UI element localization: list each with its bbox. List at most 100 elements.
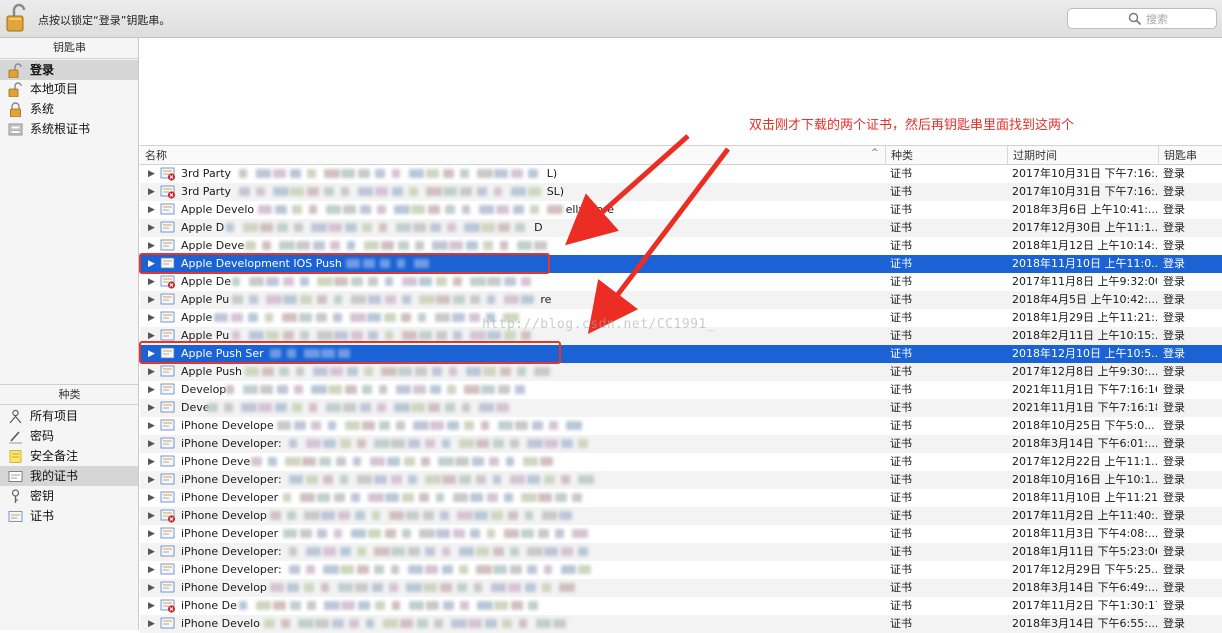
sidebar-item-local-items[interactable]: 本地项目 [0, 79, 138, 99]
redacted-block [442, 547, 451, 556]
sidebar-item-login[interactable]: 登录 [0, 60, 138, 80]
redacted-block [391, 439, 406, 448]
lock-open-icon [8, 82, 22, 97]
disclosure-triangle-icon[interactable]: ▶ [148, 579, 155, 597]
certificate-expiry: 2018年1月29日 上午11:21:... [1012, 311, 1157, 324]
table-row[interactable]: ▶ Apple D D 证书 2017年12月30日 上午11:1... 登录 [140, 219, 1222, 237]
certificate-kind: 证书 [890, 473, 912, 486]
redacted-block [226, 385, 235, 394]
redacted-block [559, 511, 573, 520]
table-row[interactable]: ▶ iPhone Developer 证书 2018年11月10日 上午11:21..… [140, 489, 1222, 507]
table-row[interactable]: ▶ 3rd Party SL) 证书 2017年10月31日 下午7:16:... 登录 [140, 183, 1222, 201]
redacted-block [357, 547, 367, 556]
disclosure-triangle-icon[interactable]: ▶ [148, 417, 155, 435]
redacted-block [289, 475, 304, 484]
disclosure-triangle-icon[interactable]: ▶ [148, 615, 155, 633]
redacted-block [391, 565, 400, 574]
table-row[interactable]: ▶ iPhone Developer: 证书 2018年3月14日 下午6:01:..… [140, 435, 1222, 453]
lock-open-icon[interactable] [6, 3, 26, 33]
disclosure-triangle-icon[interactable]: ▶ [148, 507, 155, 525]
sidebar-item-system[interactable]: 系统 [0, 99, 138, 119]
certificate-keychain: 登录 [1163, 527, 1185, 540]
disclosure-triangle-icon[interactable]: ▶ [148, 561, 155, 579]
redacted-block [510, 565, 523, 574]
table-row[interactable]: ▶ iPhone Develop 证书 2017年11月2日 上午11:40:... 登… [140, 507, 1222, 525]
disclosure-triangle-icon[interactable]: ▶ [148, 165, 155, 183]
disclosure-triangle-icon[interactable]: ▶ [148, 525, 155, 543]
redacted-block [243, 223, 259, 232]
disclosure-triangle-icon[interactable]: ▶ [148, 183, 155, 201]
redacted-block [283, 331, 295, 340]
disclosure-triangle-icon[interactable]: ▶ [148, 489, 155, 507]
certificate-keychain: 登录 [1163, 257, 1185, 270]
redacted-block [457, 511, 474, 520]
disclosure-triangle-icon[interactable]: ▶ [148, 381, 155, 399]
table-row[interactable]: ▶ Deve 证书 2021年11月1日 下午7:16:18 登录 [140, 399, 1222, 417]
redacted-block [372, 583, 384, 592]
table-row[interactable]: ▶ iPhone Develop 证书 2018年3月14日 下午6:49:... 登录 [140, 579, 1222, 597]
redacted-block [340, 601, 355, 610]
table-row[interactable]: ▶ iPhone Develo 证书 2018年3月14日 下午6:55:... 登录 [140, 615, 1222, 633]
table-row[interactable]: ▶ iPhone Deve 证书 2017年12月22日 上午11:1... 登录 [140, 453, 1222, 471]
disclosure-triangle-icon[interactable]: ▶ [148, 291, 155, 309]
redacted-block [289, 187, 304, 196]
disclosure-triangle-icon[interactable]: ▶ [148, 201, 155, 219]
redacted-block [436, 295, 451, 304]
redacted-block [459, 565, 469, 574]
column-header-expires[interactable]: 过期时间 [1007, 146, 1158, 165]
table-row[interactable]: ▶ Apple Push 证书 2017年12月8日 上午9:30:... 登录 [140, 363, 1222, 381]
redacted-block [287, 511, 297, 520]
column-header-name[interactable]: 名称 [140, 146, 885, 165]
redacted-block [428, 403, 441, 412]
sidebar-item-keys[interactable]: 密钥 [0, 486, 138, 506]
redacted-block [578, 565, 592, 574]
disclosure-triangle-icon[interactable]: ▶ [148, 471, 155, 489]
redacted-block [275, 403, 288, 412]
disclosure-triangle-icon[interactable]: ▶ [148, 597, 155, 615]
sidebar-item-system-roots[interactable]: 系统根证书 [0, 119, 138, 139]
disclosure-triangle-icon[interactable]: ▶ [148, 273, 155, 291]
column-header-keychain[interactable]: 钥匙串 [1158, 146, 1222, 165]
disclosure-triangle-icon[interactable]: ▶ [148, 399, 155, 417]
redacted-block [262, 241, 271, 250]
column-header-kind[interactable]: 种类 [885, 146, 1007, 165]
redacted-block [294, 385, 304, 394]
disclosure-triangle-icon[interactable]: ▶ [148, 363, 155, 381]
disclosure-triangle-icon[interactable]: ▶ [148, 219, 155, 237]
table-row[interactable]: ▶ iPhone Develope 证书 2018年10月25日 下午5:0... 登录 [140, 417, 1222, 435]
certificate-kind: 证书 [890, 563, 912, 576]
table-header: 名称 ^ 种类 过期时间 钥匙串 [140, 145, 1222, 165]
table-row[interactable]: ▶ 3rd Party L) 证书 2017年10月31日 下午7:16:... 登录 [140, 165, 1222, 183]
redacted-block [270, 511, 282, 520]
table-row[interactable]: ▶ iPhone Developer: 证书 2018年10月16日 上午10:1..… [140, 471, 1222, 489]
table-row[interactable]: ▶ Apple De 证书 2017年11月8日 上午9:32:00 登录 [140, 273, 1222, 291]
table-row[interactable]: ▶ iPhone Developer: 证书 2017年12月29日 下午5:25..… [140, 561, 1222, 579]
disclosure-triangle-icon[interactable]: ▶ [148, 309, 155, 327]
redacted-block [476, 601, 493, 610]
search-input[interactable] [1146, 11, 1212, 27]
redacted-block [413, 385, 427, 394]
sidebar-item-certificates[interactable]: 证书 [0, 506, 138, 526]
sidebar-item-passwords[interactable]: 密码 [0, 426, 138, 446]
table-row[interactable]: ▶ iPhone De 证书 2017年11月2日 下午1:30:17 登录 [140, 597, 1222, 615]
table-row[interactable]: ▶ iPhone Developer 证书 2018年11月3日 下午4:08:...… [140, 525, 1222, 543]
table-row[interactable]: ▶ Apple Develo ellyStore 证书 2018年3月6日 上午10:4… [140, 201, 1222, 219]
redacted-block [412, 421, 429, 430]
sidebar-item-my-certificates[interactable]: 我的证书 [0, 466, 138, 486]
sidebar-item-secure-notes[interactable]: 安全备注 [0, 446, 138, 466]
certificate-expiry: 2018年2月11日 上午10:15:... [1012, 329, 1157, 342]
redacted-block [491, 511, 504, 520]
sidebar-item-all-items[interactable]: 所有项目 [0, 406, 138, 426]
disclosure-triangle-icon[interactable]: ▶ [148, 543, 155, 561]
table-row[interactable]: ▶ Apple Pu re 证书 2018年4月5日 上午10:42:... 登录 [140, 291, 1222, 309]
redacted-block [459, 187, 472, 196]
highlight-box [139, 253, 550, 274]
redacted-block [489, 457, 500, 466]
table-row[interactable]: ▶ Develop 证书 2021年11月1日 下午7:16:16 登录 [140, 381, 1222, 399]
table-row[interactable]: ▶ iPhone Developer: 证书 2018年1月11日 下午5:23:06… [140, 543, 1222, 561]
search-field[interactable] [1067, 8, 1217, 29]
disclosure-triangle-icon[interactable]: ▶ [148, 453, 155, 471]
redacted-block [449, 367, 457, 376]
redacted-block [257, 205, 272, 214]
disclosure-triangle-icon[interactable]: ▶ [148, 435, 155, 453]
